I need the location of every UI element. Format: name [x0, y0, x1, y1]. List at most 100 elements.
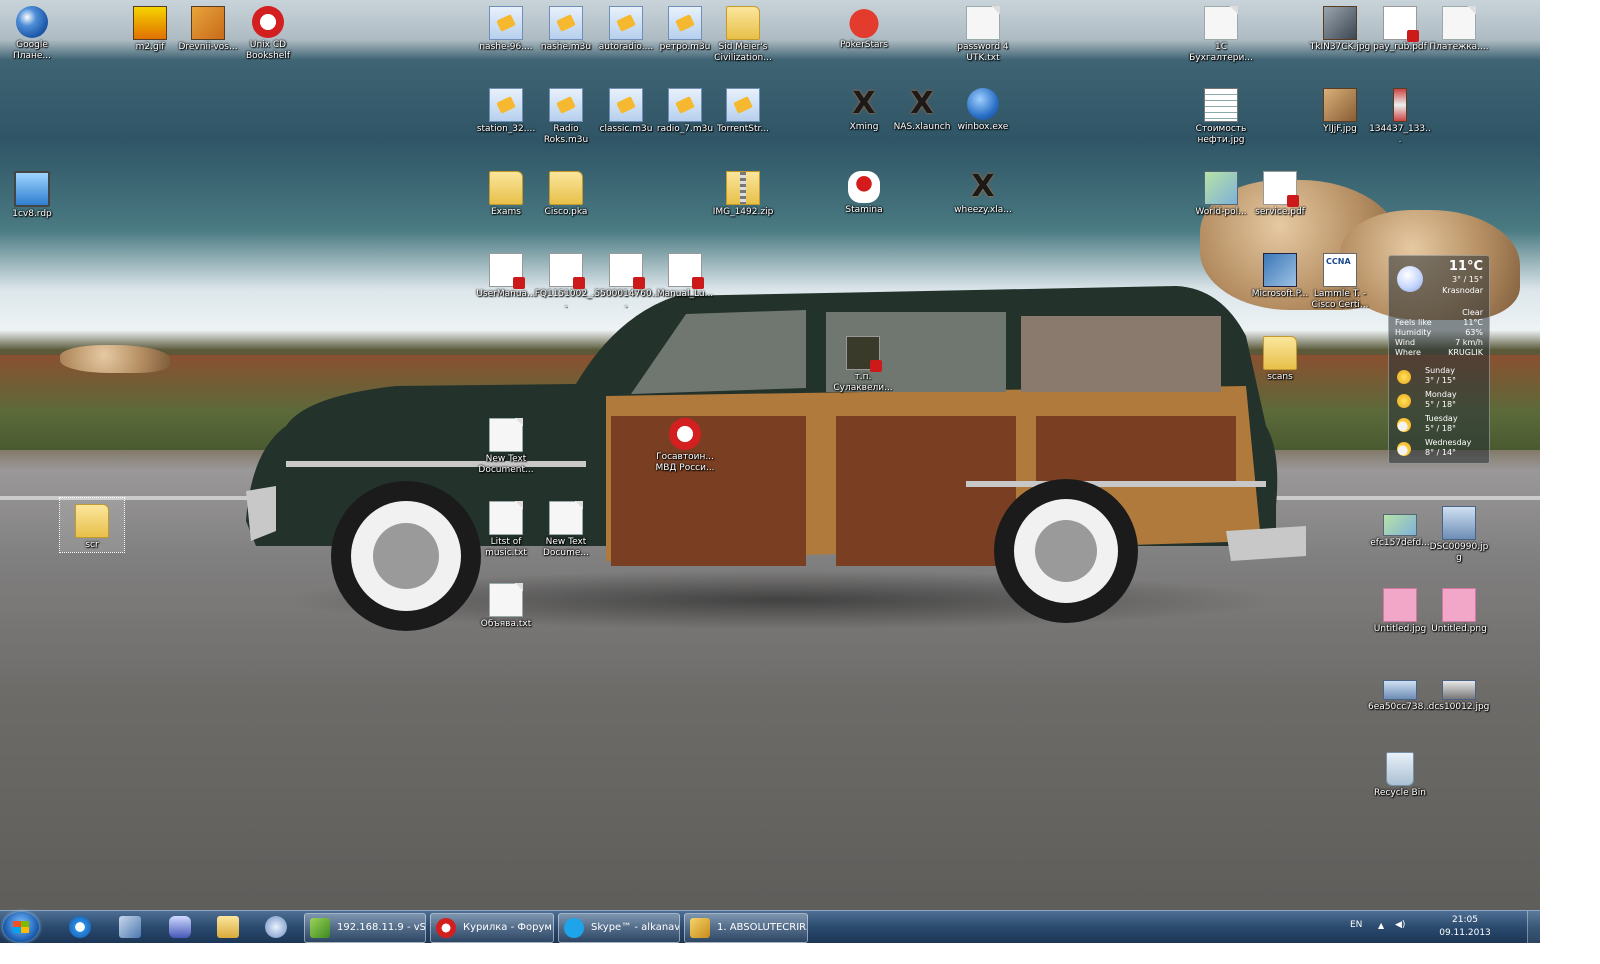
zip-folder-icon — [726, 171, 760, 205]
pokerstars-shortcut[interactable]: PokerStars — [832, 0, 896, 51]
xming-shortcut[interactable]: Xming — [832, 82, 896, 133]
volume-icon[interactable]: ◀) — [1395, 920, 1405, 930]
list-of-music-txt[interactable]: Litst of music.txt — [474, 495, 538, 559]
start-button[interactable] — [3, 912, 39, 942]
text-file-icon — [489, 418, 523, 452]
untitled-jpg[interactable]: Untitled.jpg — [1368, 582, 1432, 635]
microsoft-p-pdf[interactable]: Microsoft.P... — [1248, 247, 1312, 300]
forecast-day: Monday 5° / 18° — [1397, 390, 1483, 412]
cisco-pka-folder[interactable]: Cisco.pka — [534, 165, 598, 218]
show-hidden-icons-arrow[interactable]: ▲ — [1378, 921, 1384, 930]
day-name: Monday — [1425, 390, 1457, 399]
internet-explorer-icon — [69, 916, 91, 938]
1c-buhgalteriya-file[interactable]: 1С Бухгалтери... — [1189, 0, 1253, 64]
dsc00990-image[interactable]: DSC00990.jpg — [1427, 500, 1491, 564]
lammle-cisco-pdf[interactable]: Lammle T. - Cisco Certi... — [1308, 247, 1372, 311]
pinned-network-app[interactable] — [110, 913, 150, 941]
icon-label: ретро.m3u — [659, 42, 711, 52]
pinned-explorer[interactable] — [208, 913, 248, 941]
station32-playlist[interactable]: station_32.... — [474, 82, 538, 135]
database-icon — [169, 916, 191, 938]
exams-folder[interactable]: Exams — [474, 165, 538, 218]
task-skype[interactable]: Skype™ - alkanavt_ — [558, 913, 680, 943]
6ea50cc738-image[interactable]: 6ea50cc738... — [1368, 664, 1432, 713]
nashe96-playlist[interactable]: nashe-96.... — [474, 0, 538, 53]
new-text-document-1[interactable]: New Text Document... — [474, 412, 538, 476]
icon-label: 6ea50cc738... — [1368, 702, 1432, 712]
autoradio-playlist[interactable]: autoradio.... — [594, 0, 658, 53]
document-file-icon — [1204, 6, 1238, 40]
folder-icon — [489, 171, 523, 205]
weather-feels-row: Feels like 11°C — [1395, 318, 1483, 328]
pay-rub-pdf[interactable]: pay_rub.pdf — [1368, 0, 1432, 53]
stoimost-nefti-image[interactable]: Стоимость нефти.jpg — [1189, 82, 1253, 146]
yljf-image[interactable]: YlJjF.jpg — [1308, 82, 1372, 135]
clock-date[interactable]: 09.11.2013 — [1432, 928, 1498, 938]
pinned-control-app[interactable] — [256, 913, 296, 941]
image-file-icon — [1383, 514, 1417, 536]
new-text-document-2[interactable]: New Text Docume... — [534, 495, 598, 559]
icon-label: nashe-96.... — [479, 42, 533, 52]
desktop[interactable]: Google Плане... m2.gif Drevnii-vos... Un… — [0, 0, 1540, 932]
weather-condition: Clear — [1462, 308, 1483, 317]
language-indicator[interactable]: EN — [1350, 920, 1362, 930]
winbox-exe[interactable]: winbox.exe — [951, 82, 1015, 133]
forecast-day: Tuesday 5° / 18° — [1397, 414, 1483, 436]
torrentstr-playlist[interactable]: TorrentStr... — [711, 82, 775, 135]
windows-logo-icon — [13, 921, 29, 933]
recycle-bin[interactable]: Recycle Bin — [1368, 746, 1432, 799]
task-vsphere[interactable]: 192.168.11.9 - vSp... — [304, 913, 426, 943]
show-desktop-button[interactable] — [1527, 911, 1540, 943]
image-file-icon — [1383, 588, 1417, 622]
dcs10012-image[interactable]: dcs10012.jpg — [1427, 664, 1491, 713]
icon-label: Google Плане... — [12, 40, 52, 61]
stamina-shortcut[interactable]: Stamina — [832, 165, 896, 216]
unix-cd-bookshelf-shortcut[interactable]: Unix CD Bookshelf — [236, 0, 300, 62]
world-pol-image[interactable]: World-pol... — [1189, 165, 1253, 218]
5500014760-pdf[interactable]: 5500014760... — [594, 247, 658, 311]
134437-image[interactable]: 134437_133... — [1368, 82, 1432, 146]
img1492-zip[interactable]: IMG_1492.zip — [711, 165, 775, 218]
wheezy-xlaunch-file[interactable]: wheezy.xla... — [951, 165, 1015, 216]
obyava-txt[interactable]: Объява.txt — [474, 577, 538, 630]
icon-label: Xming — [849, 122, 879, 132]
icon-label: Sid Meier's Civilization... — [714, 42, 772, 63]
pinned-database-app[interactable] — [160, 913, 200, 941]
1cv8-rdp-file[interactable]: 1cv8.rdp — [0, 165, 64, 220]
task-absolute[interactable]: 1. ABSOLUTECRIR... — [684, 913, 808, 943]
m2-gif-file[interactable]: m2.gif — [118, 0, 182, 53]
clock-time[interactable]: 21:05 — [1432, 915, 1498, 925]
radio7-playlist[interactable]: radio_7.m3u — [653, 82, 717, 135]
password-txt-file[interactable]: password 4 UTK.txt — [951, 0, 1015, 64]
gosavtoinspektsiya-shortcut[interactable]: Госавтоин... МВД Росси... — [653, 412, 717, 474]
pinned-internet-explorer[interactable] — [60, 913, 100, 941]
radio-roks-playlist[interactable]: Radio Roks.m3u — [534, 82, 598, 146]
usermanual-pdf[interactable]: UserManua... — [474, 247, 538, 300]
icon-label: New Text Document... — [478, 454, 534, 475]
icon-label: Radio Roks.m3u — [543, 124, 589, 145]
nashe-playlist[interactable]: nashe.m3u — [534, 0, 598, 53]
manual-lu-pdf[interactable]: Manual_Lu... — [653, 247, 717, 300]
classic-playlist[interactable]: classic.m3u — [594, 82, 658, 135]
nas-xlaunch-file[interactable]: NAS.xlaunch — [890, 82, 954, 133]
task-label: Курилка - Форум... — [463, 922, 554, 933]
sid-meier-civilization-folder[interactable]: Sid Meier's Civilization... — [711, 0, 775, 64]
tkin37ck-image[interactable]: TkIN37CK.jpg — [1308, 0, 1372, 53]
retro-playlist[interactable]: ретро.m3u — [653, 0, 717, 53]
platezhka-file[interactable]: Платежка.... — [1427, 0, 1491, 53]
fq1151002-pdf[interactable]: FQ1151002_... — [534, 247, 598, 311]
drevnii-image-file[interactable]: Drevnii-vos... — [176, 0, 240, 53]
untitled-png[interactable]: Untitled.png — [1427, 582, 1491, 635]
scr-folder[interactable]: scr — [59, 497, 125, 553]
icon-label: TkIN37CK.jpg — [1309, 42, 1371, 52]
image-file-icon — [191, 6, 225, 40]
task-label: 1. ABSOLUTECRIR... — [717, 922, 808, 933]
scans-folder[interactable]: scans — [1248, 330, 1312, 383]
tp-sulakveli-pdf[interactable]: т.п. Сулаквели... — [831, 330, 895, 394]
google-earth-shortcut[interactable]: Google Плане... — [0, 0, 64, 62]
efc157-image[interactable]: efc157defd... — [1368, 500, 1432, 549]
task-opera-forum[interactable]: Курилка - Форум... — [430, 913, 554, 943]
pdf-file-icon — [609, 253, 645, 289]
service-pdf[interactable]: service.pdf — [1248, 165, 1312, 218]
weather-gadget[interactable]: 11°C 3° / 15° Krasnodar Clear Feels like… — [1388, 255, 1490, 464]
